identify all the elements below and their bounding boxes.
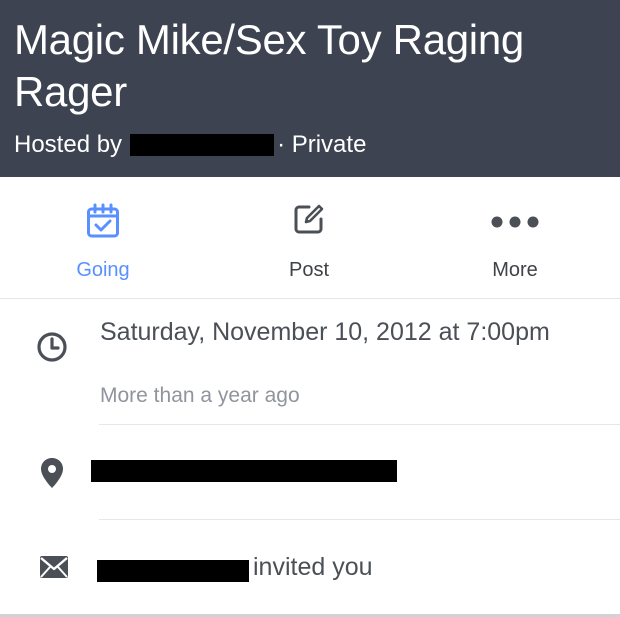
hosted-by-label: Hosted by [14,131,123,158]
divider [99,424,620,425]
redacted-host-name [130,134,275,156]
event-header: Magic Mike/Sex Toy Raging Rager Hosted b… [0,0,620,177]
post-label: Post [288,259,330,281]
action-bar: Going Post More [0,177,620,299]
compose-icon [293,203,325,240]
relative-time: More than a year ago [100,384,300,407]
more-label: More [492,259,538,281]
invite-text: invited you [253,553,373,581]
redacted-inviter-name [97,560,249,582]
host-line: Hosted by · Private [14,130,366,160]
calendar-check-icon [86,203,120,244]
going-label: Going [76,259,130,281]
going-button[interactable]: Going [0,177,206,298]
redacted-location [91,460,397,482]
location-pin-icon [40,457,64,494]
post-button[interactable]: Post [206,177,412,298]
event-title: Magic Mike/Sex Toy Raging Rager [14,16,524,115]
event-date: Saturday, November 10, 2012 at 7:00pm [100,318,550,346]
more-button[interactable]: More [412,177,618,298]
privacy-label: · Private [277,131,367,158]
envelope-icon [40,556,68,583]
more-dots-icon [491,215,539,233]
divider [99,519,620,520]
clock-icon [36,331,68,368]
